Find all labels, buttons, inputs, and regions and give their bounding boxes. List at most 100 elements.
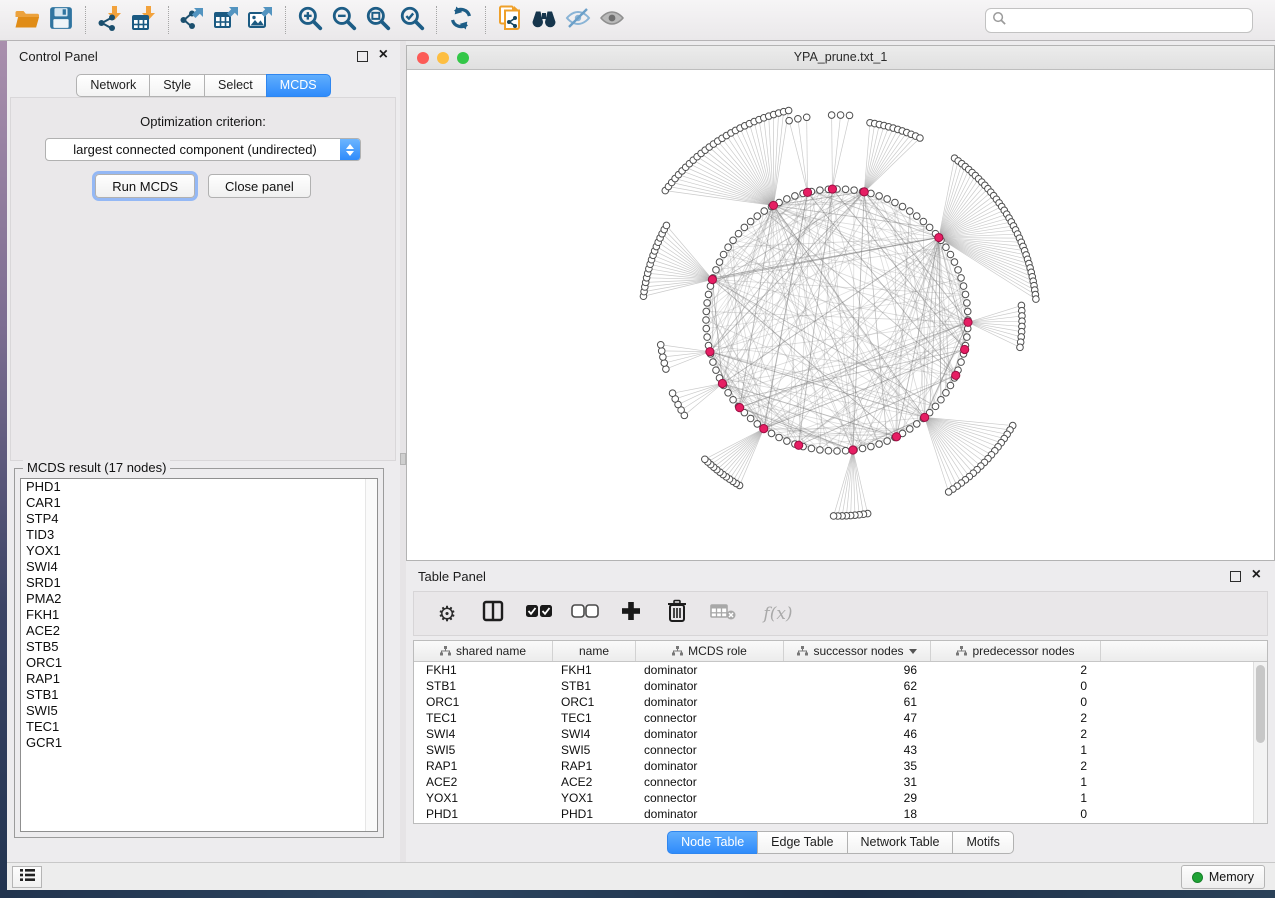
table-row[interactable]: SWI5SWI5connector431 — [414, 742, 1253, 758]
network-node[interactable] — [834, 448, 841, 455]
network-node[interactable] — [713, 267, 720, 274]
close-panel-icon[interactable]: × — [1252, 566, 1261, 584]
network-node[interactable] — [938, 396, 945, 403]
network-node[interactable] — [830, 513, 837, 520]
network-node[interactable] — [803, 114, 810, 121]
export-table-button[interactable] — [210, 4, 244, 36]
float-panel-icon[interactable] — [1230, 571, 1241, 582]
network-node[interactable] — [754, 421, 761, 428]
mcds-result-item[interactable]: RAP1 — [21, 671, 377, 687]
table-cell[interactable]: RAP1 — [553, 758, 636, 774]
show-hide-columns-button[interactable] — [480, 601, 506, 627]
mcds-result-item[interactable]: SWI5 — [21, 703, 377, 719]
task-history-button[interactable] — [12, 866, 42, 888]
tab-style[interactable]: Style — [149, 74, 205, 97]
tab-mcds[interactable]: MCDS — [266, 74, 331, 97]
table-cell[interactable]: 1 — [931, 790, 1101, 806]
mcds-result-item[interactable]: SWI4 — [21, 559, 377, 575]
export-image-button[interactable] — [244, 4, 278, 36]
network-node[interactable] — [955, 267, 962, 274]
table-cell[interactable]: FKH1 — [414, 662, 553, 678]
zoom-out-button[interactable] — [327, 4, 361, 36]
table-cell[interactable]: STB1 — [553, 678, 636, 694]
network-node[interactable] — [768, 430, 775, 437]
hide-selected-button[interactable] — [561, 4, 595, 36]
network-node[interactable] — [945, 489, 952, 496]
tab-motifs[interactable]: Motifs — [952, 831, 1013, 854]
table-row[interactable]: FKH1FKH1dominator962 — [414, 662, 1253, 678]
table-cell[interactable]: 2 — [931, 726, 1101, 742]
table-row[interactable]: SWI4SWI4dominator462 — [414, 726, 1253, 742]
network-node[interactable] — [932, 403, 939, 410]
column-header-MCDS-role[interactable]: MCDS role — [636, 641, 784, 661]
zoom-in-button[interactable] — [293, 4, 327, 36]
mcds-result-item[interactable]: STB5 — [21, 639, 377, 655]
network-node[interactable] — [828, 112, 835, 119]
table-cell[interactable]: connector — [636, 790, 784, 806]
column-header-successor-nodes[interactable]: successor nodes — [784, 641, 931, 661]
mcds-result-item[interactable]: TID3 — [21, 527, 377, 543]
mcds-result-item[interactable]: FKH1 — [21, 607, 377, 623]
network-node[interactable] — [913, 421, 920, 428]
mcds-result-item[interactable]: YOX1 — [21, 543, 377, 559]
criterion-select[interactable]: largest connected component (undirected) — [45, 138, 361, 161]
network-node[interactable] — [951, 259, 958, 266]
mcds-result-item[interactable]: STB1 — [21, 687, 377, 703]
mcds-result-scrollbar[interactable] — [365, 479, 377, 831]
table-cell[interactable]: YOX1 — [553, 790, 636, 806]
zoom-selected-button[interactable] — [395, 4, 429, 36]
tab-network[interactable]: Network — [76, 74, 150, 97]
mcds-hub-node[interactable] — [706, 348, 714, 356]
network-node[interactable] — [754, 213, 761, 220]
table-cell[interactable]: PHD1 — [414, 806, 553, 822]
mcds-hub-node[interactable] — [921, 413, 929, 421]
network-node[interactable] — [868, 443, 875, 450]
mcds-hub-node[interactable] — [760, 425, 768, 433]
network-node[interactable] — [917, 135, 924, 142]
table-cell[interactable]: 35 — [784, 758, 931, 774]
tab-select[interactable]: Select — [204, 74, 267, 97]
network-node[interactable] — [730, 396, 737, 403]
mcds-result-item[interactable]: ORC1 — [21, 655, 377, 671]
network-node[interactable] — [876, 441, 883, 448]
mcds-result-item[interactable]: PMA2 — [21, 591, 377, 607]
network-node[interactable] — [817, 187, 824, 194]
network-node[interactable] — [906, 208, 913, 215]
network-node[interactable] — [846, 112, 853, 119]
select-all-button[interactable] — [526, 601, 552, 627]
network-node[interactable] — [785, 107, 792, 114]
network-node[interactable] — [964, 308, 971, 315]
network-node[interactable] — [776, 434, 783, 441]
network-node[interactable] — [703, 325, 710, 332]
network-node[interactable] — [784, 438, 791, 445]
network-node[interactable] — [851, 187, 858, 194]
table-cell[interactable]: PHD1 — [553, 806, 636, 822]
table-cell[interactable]: SWI5 — [414, 742, 553, 758]
table-cell[interactable]: ACE2 — [553, 774, 636, 790]
network-node[interactable] — [663, 222, 670, 229]
network-node[interactable] — [876, 193, 883, 200]
network-node[interactable] — [817, 447, 824, 454]
table-cell[interactable]: RAP1 — [414, 758, 553, 774]
table-row[interactable]: RAP1RAP1dominator352 — [414, 758, 1253, 774]
open-session-button[interactable] — [10, 4, 44, 36]
network-node[interactable] — [958, 359, 965, 366]
network-node[interactable] — [704, 300, 711, 307]
mcds-hub-node[interactable] — [828, 185, 836, 193]
table-row[interactable]: YOX1YOX1connector291 — [414, 790, 1253, 806]
memory-button[interactable]: Memory — [1181, 865, 1265, 889]
table-cell[interactable]: connector — [636, 742, 784, 758]
select-stepper-icon[interactable] — [340, 139, 360, 160]
network-node[interactable] — [716, 259, 723, 266]
network-node[interactable] — [795, 115, 802, 122]
network-node[interactable] — [943, 244, 950, 251]
network-node[interactable] — [920, 218, 927, 225]
table-cell[interactable]: ORC1 — [553, 694, 636, 710]
table-cell[interactable]: 31 — [784, 774, 931, 790]
table-scrollbar[interactable] — [1253, 662, 1267, 823]
table-cell[interactable]: 0 — [931, 806, 1101, 822]
zoom-fit-button[interactable] — [361, 4, 395, 36]
network-node[interactable] — [761, 208, 768, 215]
network-node[interactable] — [899, 203, 906, 210]
network-node[interactable] — [660, 354, 667, 361]
